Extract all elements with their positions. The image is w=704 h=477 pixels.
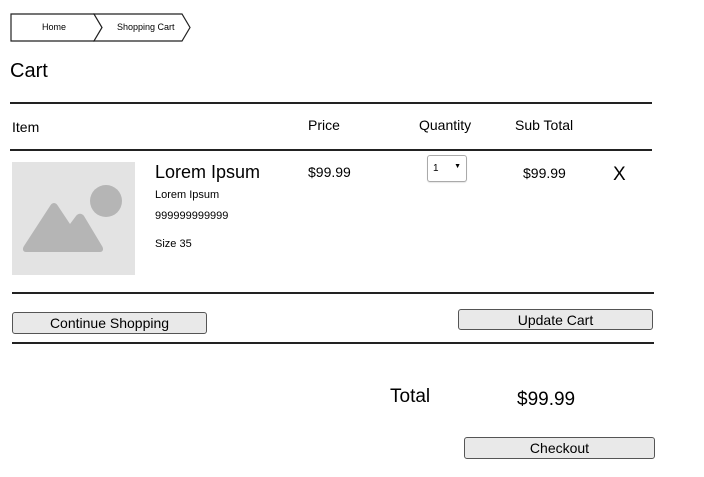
- item-subtotal: $99.99: [523, 165, 566, 181]
- product-sku: 999999999999: [155, 210, 229, 222]
- product-name: Lorem Ipsum: [155, 162, 261, 182]
- dropdown-arrow-icon: ▼: [454, 163, 461, 170]
- product-description: Lorem Ipsum: [155, 189, 220, 201]
- row-bottom-divider: [12, 292, 654, 294]
- column-header-price: Price: [308, 117, 340, 133]
- column-header-quantity: Quantity: [419, 117, 472, 133]
- update-cart-button[interactable]: Update Cart: [458, 309, 653, 330]
- total-value: $99.99: [517, 389, 576, 410]
- product-image: [12, 162, 135, 275]
- remove-item-button[interactable]: X: [613, 164, 626, 186]
- image-placeholder-icon: [22, 185, 122, 252]
- continue-shopping-button[interactable]: Continue Shopping: [12, 312, 207, 334]
- breadcrumb-home[interactable]: Home: [42, 13, 66, 42]
- page-title: Cart: [10, 60, 48, 82]
- column-header-subtotal: Sub Total: [515, 117, 574, 133]
- quantity-value: 1: [433, 163, 439, 174]
- total-label: Total: [390, 386, 431, 407]
- column-header-item: Item: [12, 119, 40, 135]
- item-price: $99.99: [308, 164, 351, 180]
- checkout-button[interactable]: Checkout: [464, 437, 655, 459]
- breadcrumb-shopping-cart[interactable]: Shopping Cart: [117, 13, 175, 42]
- quantity-select[interactable]: 1 ▼: [427, 155, 467, 182]
- actions-bottom-divider: [12, 342, 654, 344]
- breadcrumb: Home Shopping Cart: [10, 13, 192, 42]
- header-top-divider: [10, 102, 652, 104]
- product-size: Size 35: [155, 238, 192, 250]
